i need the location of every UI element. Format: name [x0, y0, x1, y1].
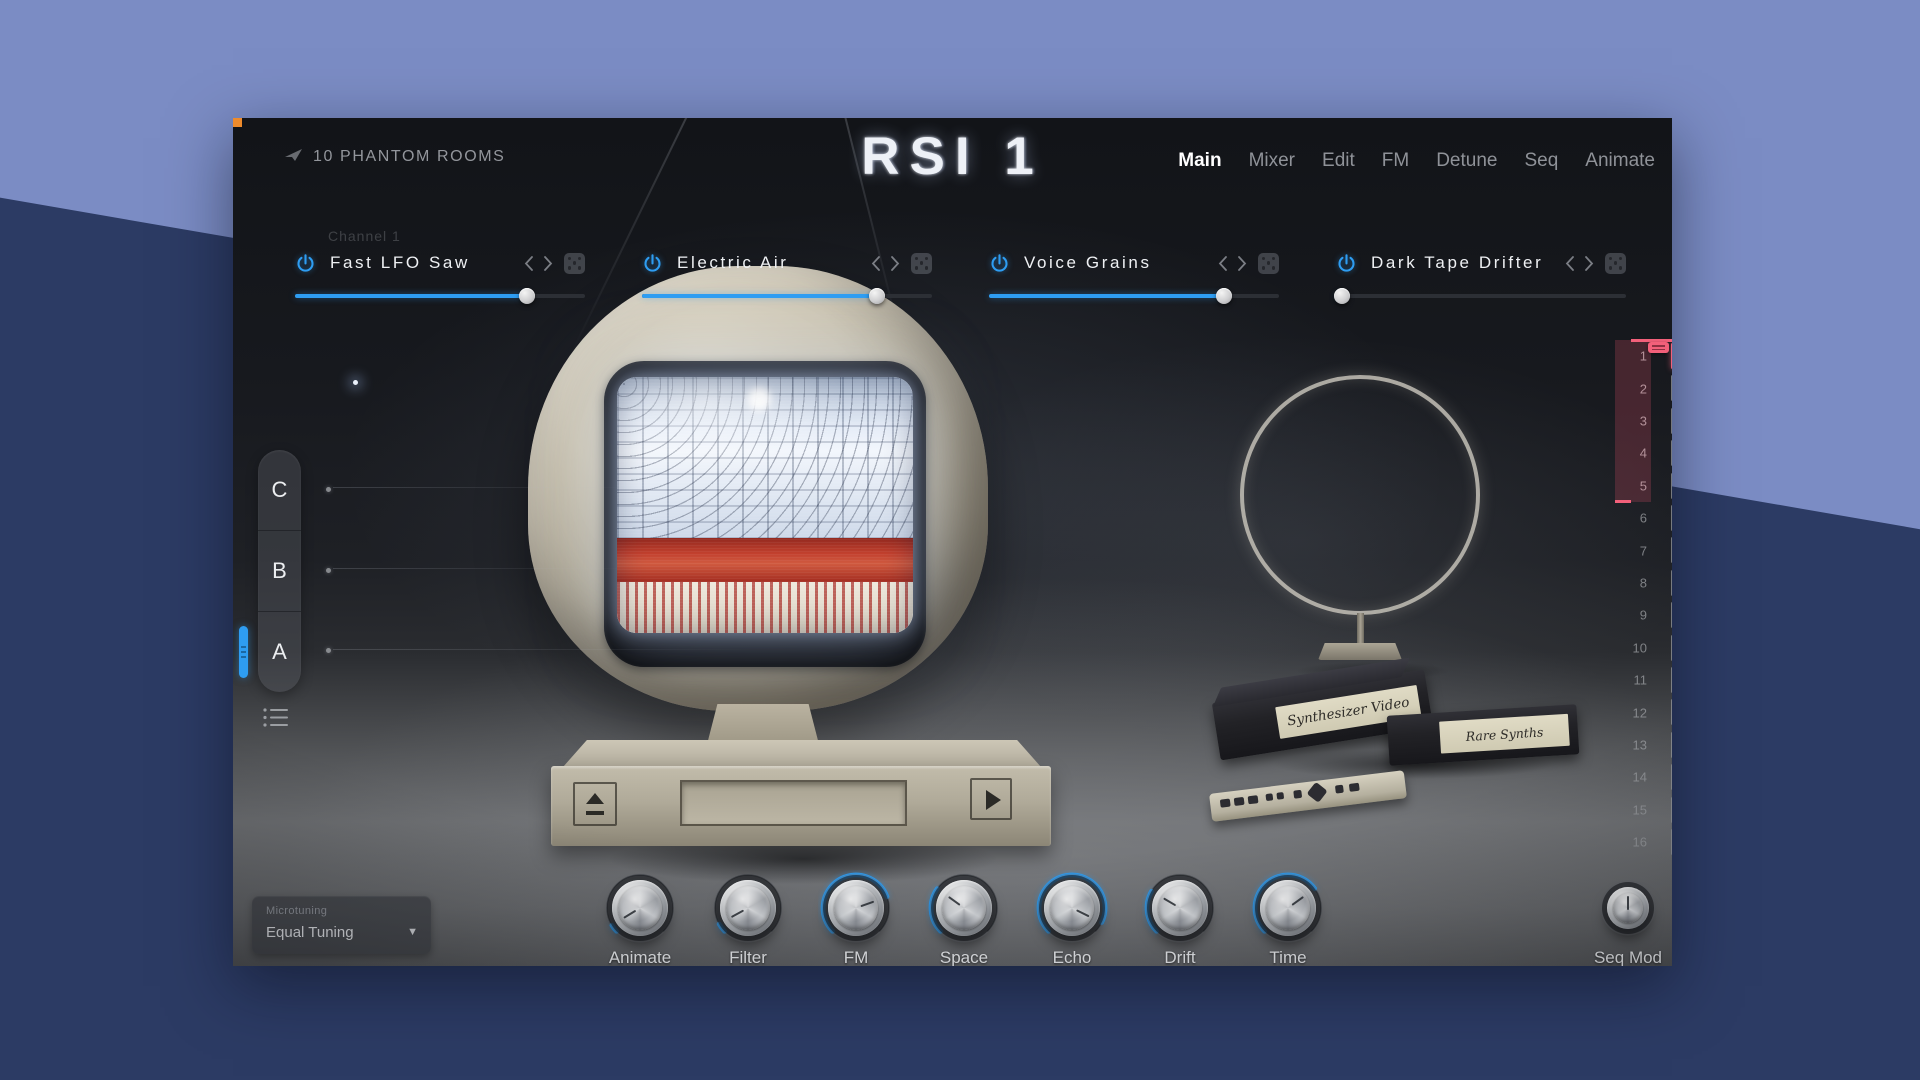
knob-space[interactable]: Space	[922, 868, 1006, 966]
knob-animate[interactable]: Animate	[598, 868, 682, 966]
knob-filter[interactable]: Filter	[706, 868, 790, 966]
knob-body[interactable]	[1152, 880, 1208, 936]
microtuning-dropdown[interactable]: Microtuning Equal Tuning ▼	[252, 896, 431, 954]
mod-connection-dot	[326, 568, 331, 573]
knob-body[interactable]	[612, 880, 668, 936]
macro-knob-row: Animate Filter FM Space	[233, 118, 1672, 966]
knob-label: Space	[922, 948, 1006, 966]
knob-label: FM	[814, 948, 898, 966]
microtuning-value: Equal Tuning	[266, 924, 354, 941]
knob-body[interactable]	[828, 880, 884, 936]
microtuning-label: Microtuning	[266, 905, 327, 917]
knob-pointer	[1613, 893, 1643, 923]
knob-label: Filter	[706, 948, 790, 966]
knob-body[interactable]	[1260, 880, 1316, 936]
knob-fm[interactable]: FM	[814, 868, 898, 966]
knob-body[interactable]	[936, 880, 992, 936]
knob-label: Drift	[1138, 948, 1222, 966]
knob-echo[interactable]: Echo	[1030, 868, 1114, 966]
knob-pointer	[828, 880, 884, 936]
knob-body[interactable]	[1607, 887, 1649, 929]
plugin-window: Synthesizer Video Rare Synths 10 PHANTOM…	[233, 118, 1672, 966]
chevron-down-icon: ▼	[407, 926, 418, 938]
mod-connection-dot	[326, 487, 331, 492]
knob-label: Seq Mod	[1586, 948, 1670, 966]
knob-drift[interactable]: Drift	[1138, 868, 1222, 966]
knob-seq-mod[interactable]: Seq Mod	[1586, 868, 1670, 966]
knob-body[interactable]	[720, 880, 776, 936]
desktop-background: Synthesizer Video Rare Synths 10 PHANTOM…	[0, 0, 1920, 1080]
window-corner-marker	[233, 118, 242, 127]
knob-time[interactable]: Time	[1246, 868, 1330, 966]
knob-body[interactable]	[1044, 880, 1100, 936]
knob-label: Time	[1246, 948, 1330, 966]
knob-label: Animate	[598, 948, 682, 966]
knob-label: Echo	[1030, 948, 1114, 966]
